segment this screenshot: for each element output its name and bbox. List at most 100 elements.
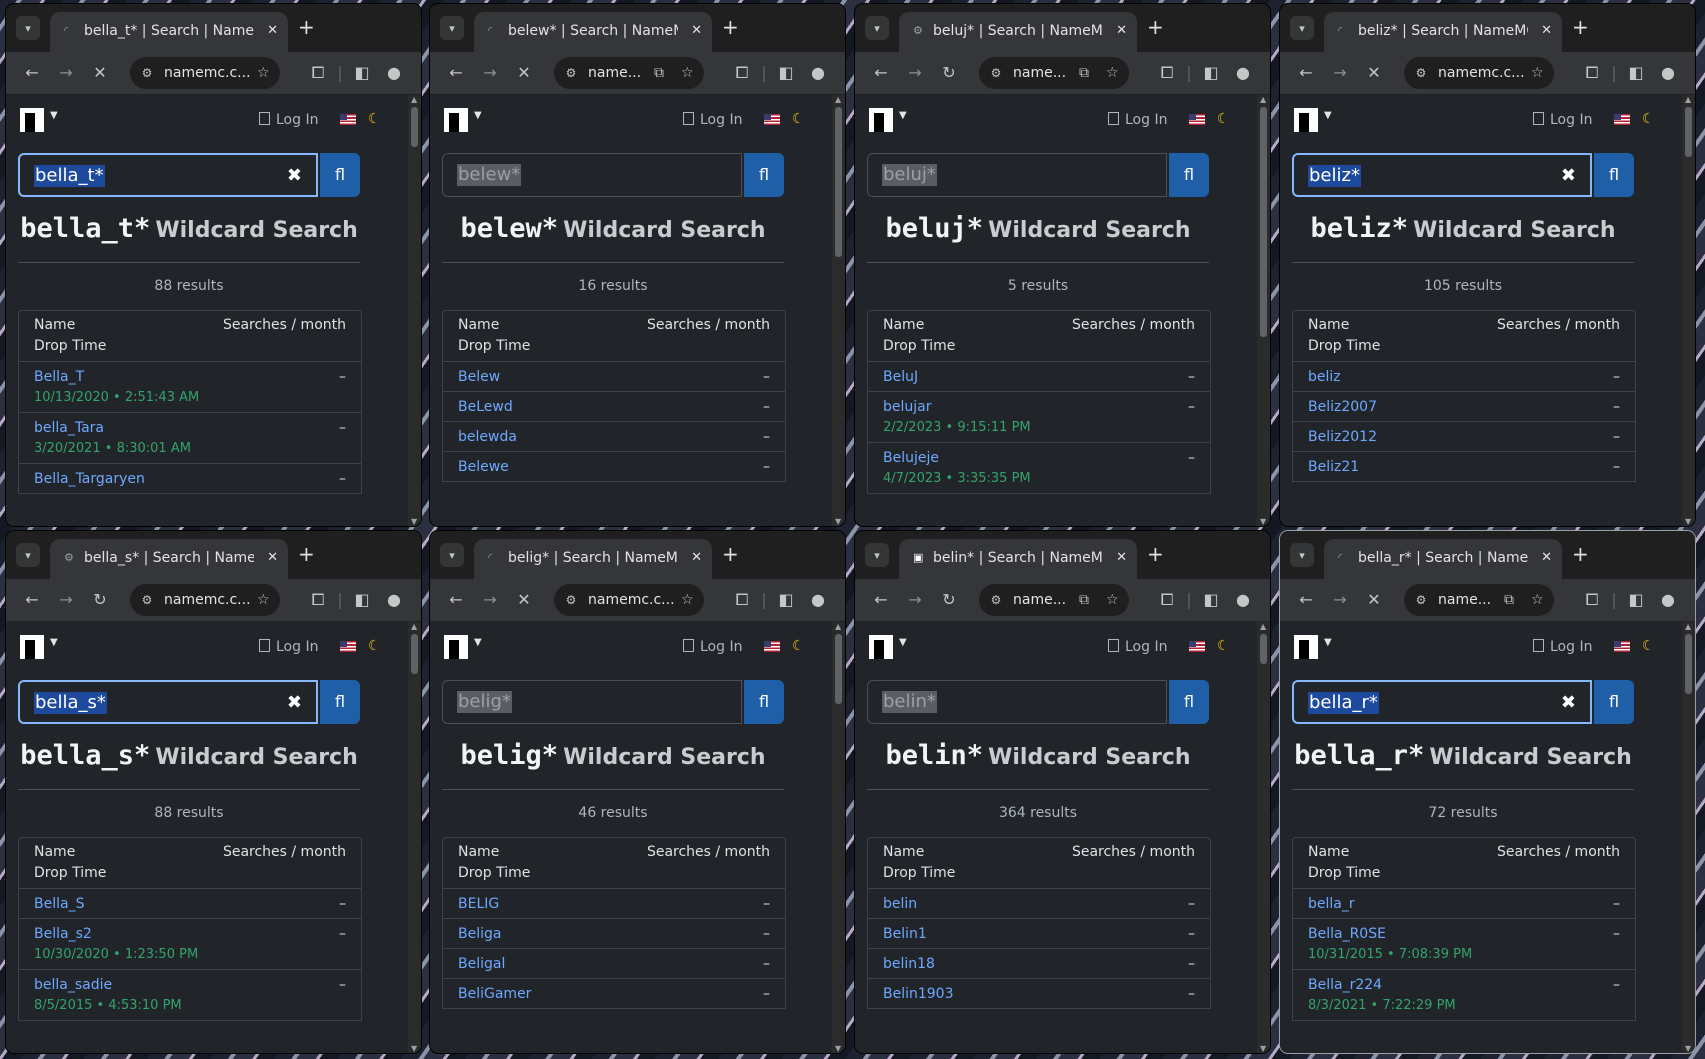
profile-icon[interactable]: ● bbox=[1231, 61, 1255, 85]
login-link[interactable]: Log In bbox=[1533, 111, 1592, 129]
address-bar[interactable]: ⚙ name... ⧉ ☆ bbox=[979, 57, 1129, 89]
browser-tab[interactable]: ◜ beliz* | Search | NameMC ✕ bbox=[1324, 12, 1562, 52]
puzzle-icon[interactable]: ⧠ bbox=[306, 61, 330, 85]
forward-arrow-icon[interactable]: → bbox=[1328, 61, 1352, 85]
scroll-down-icon[interactable]: ▼ bbox=[1685, 517, 1691, 526]
column-searches[interactable]: Searches / month bbox=[647, 842, 770, 862]
scrollbar-thumb[interactable] bbox=[1260, 634, 1267, 664]
moon-icon[interactable]: ☾ bbox=[792, 110, 805, 128]
browser-tab[interactable]: ⚙ bella_s* | Search | NameMC ✕ bbox=[50, 539, 288, 579]
scrollbar[interactable]: ▲ ▼ bbox=[1682, 95, 1695, 526]
search-input[interactable]: beliz* ✖ bbox=[1292, 153, 1592, 197]
column-searches[interactable]: Searches / month bbox=[223, 842, 346, 862]
namemc-logo[interactable] bbox=[869, 108, 893, 132]
puzzle-icon[interactable]: ⧠ bbox=[730, 588, 754, 612]
scroll-up-icon[interactable]: ▲ bbox=[835, 622, 841, 631]
tab-close-icon[interactable]: ✕ bbox=[691, 21, 702, 41]
scroll-down-icon[interactable]: ▼ bbox=[1260, 517, 1266, 526]
login-link[interactable]: Log In bbox=[1533, 638, 1592, 656]
forward-arrow-icon[interactable]: → bbox=[478, 61, 502, 85]
reload-icon[interactable]: ↻ bbox=[88, 588, 112, 612]
forward-arrow-icon[interactable]: → bbox=[903, 588, 927, 612]
new-tab-button[interactable]: + bbox=[722, 15, 739, 39]
back-arrow-icon[interactable]: ← bbox=[1294, 588, 1318, 612]
new-tab-button[interactable]: + bbox=[1572, 15, 1589, 39]
search-button[interactable]: fl bbox=[1594, 153, 1634, 197]
profile-link[interactable]: Beligal bbox=[458, 954, 505, 974]
install-app-icon[interactable]: ⧉ bbox=[1504, 592, 1514, 608]
tab-search-dropdown-icon[interactable]: ▾ bbox=[865, 543, 889, 567]
namemc-logo[interactable] bbox=[444, 635, 468, 659]
moon-icon[interactable]: ☾ bbox=[1217, 637, 1230, 655]
moon-icon[interactable]: ☾ bbox=[1642, 637, 1655, 655]
tab-close-icon[interactable]: ✕ bbox=[267, 21, 278, 41]
tab-close-icon[interactable]: ✕ bbox=[1116, 548, 1127, 568]
scrollbar-thumb[interactable] bbox=[411, 107, 418, 147]
search-input[interactable]: beluj* bbox=[867, 153, 1167, 197]
profile-link[interactable]: Beliga bbox=[458, 924, 501, 944]
column-name[interactable]: Name bbox=[34, 842, 75, 862]
profile-icon[interactable]: ● bbox=[382, 588, 406, 612]
side-panel-icon[interactable]: ◧ bbox=[350, 588, 374, 612]
forward-arrow-icon[interactable]: → bbox=[54, 588, 78, 612]
puzzle-icon[interactable]: ⧠ bbox=[730, 61, 754, 85]
profile-icon[interactable]: ● bbox=[806, 61, 830, 85]
bookmark-star-icon[interactable]: ☆ bbox=[681, 592, 694, 608]
profile-link[interactable]: BELIG bbox=[458, 894, 499, 914]
site-info-icon[interactable]: ⚙ bbox=[1413, 65, 1429, 81]
site-info-icon[interactable]: ⚙ bbox=[139, 65, 155, 81]
column-drop-time[interactable]: Drop Time bbox=[883, 863, 955, 883]
reload-icon[interactable]: ↻ bbox=[937, 61, 961, 85]
bookmark-star-icon[interactable]: ☆ bbox=[681, 65, 694, 81]
close-icon[interactable]: ✕ bbox=[512, 61, 536, 85]
chevron-down-icon[interactable]: ▼ bbox=[1324, 110, 1332, 121]
browser-tab[interactable]: ◜ bella_t* | Search | NameMC ✕ bbox=[50, 12, 288, 52]
profile-icon[interactable]: ● bbox=[806, 588, 830, 612]
new-tab-button[interactable]: + bbox=[298, 542, 315, 566]
address-bar[interactable]: ⚙ namemc.c... ☆ bbox=[554, 584, 704, 616]
site-info-icon[interactable]: ⚙ bbox=[988, 592, 1004, 608]
scroll-down-icon[interactable]: ▼ bbox=[835, 517, 841, 526]
us-flag-icon[interactable] bbox=[340, 641, 356, 652]
chevron-down-icon[interactable]: ▼ bbox=[899, 110, 907, 121]
moon-icon[interactable]: ☾ bbox=[792, 637, 805, 655]
search-button[interactable]: fl bbox=[744, 153, 784, 197]
tab-close-icon[interactable]: ✕ bbox=[267, 548, 278, 568]
bookmark-star-icon[interactable]: ☆ bbox=[1531, 592, 1544, 608]
scroll-down-icon[interactable]: ▼ bbox=[411, 1044, 417, 1053]
chevron-down-icon[interactable]: ▼ bbox=[474, 110, 482, 121]
profile-link[interactable]: beliz bbox=[1308, 367, 1341, 387]
profile-link[interactable]: bella_r bbox=[1308, 894, 1355, 914]
scroll-down-icon[interactable]: ▼ bbox=[835, 1044, 841, 1053]
tab-search-dropdown-icon[interactable]: ▾ bbox=[865, 16, 889, 40]
address-bar[interactable]: ⚙ name... ⧉ ☆ bbox=[554, 57, 704, 89]
back-arrow-icon[interactable]: ← bbox=[444, 61, 468, 85]
new-tab-button[interactable]: + bbox=[1572, 542, 1589, 566]
namemc-logo[interactable] bbox=[444, 108, 468, 132]
search-input[interactable]: belew* bbox=[442, 153, 742, 197]
reload-icon[interactable]: ↻ bbox=[937, 588, 961, 612]
side-panel-icon[interactable]: ◧ bbox=[1199, 588, 1223, 612]
scroll-up-icon[interactable]: ▲ bbox=[1260, 95, 1266, 104]
tab-search-dropdown-icon[interactable]: ▾ bbox=[440, 543, 464, 567]
scrollbar[interactable]: ▲ ▼ bbox=[1257, 95, 1270, 526]
profile-link[interactable]: Bella_R0SE bbox=[1308, 924, 1386, 944]
back-arrow-icon[interactable]: ← bbox=[869, 588, 893, 612]
scrollbar[interactable]: ▲ ▼ bbox=[408, 622, 421, 1053]
login-link[interactable]: Log In bbox=[259, 638, 318, 656]
search-button[interactable]: fl bbox=[1169, 153, 1209, 197]
profile-link[interactable]: Bella_r224 bbox=[1308, 975, 1382, 995]
browser-tab[interactable]: ◜ bella_r* | Search | NameMC ✕ bbox=[1324, 539, 1562, 579]
scroll-up-icon[interactable]: ▲ bbox=[1685, 95, 1691, 104]
namemc-logo[interactable] bbox=[20, 635, 44, 659]
profile-link[interactable]: bella_Tara bbox=[34, 418, 104, 438]
profile-link[interactable]: BeluJ bbox=[883, 367, 918, 387]
new-tab-button[interactable]: + bbox=[1147, 15, 1164, 39]
site-info-icon[interactable]: ⚙ bbox=[988, 65, 1004, 81]
browser-tab[interactable]: ▣ belin* | Search | NameMC ✕ bbox=[899, 539, 1137, 579]
column-drop-time[interactable]: Drop Time bbox=[883, 336, 955, 356]
forward-arrow-icon[interactable]: → bbox=[54, 61, 78, 85]
namemc-logo[interactable] bbox=[869, 635, 893, 659]
search-button[interactable]: fl bbox=[744, 680, 784, 724]
browser-tab[interactable]: ◜ belig* | Search | NameMC ✕ bbox=[474, 539, 712, 579]
